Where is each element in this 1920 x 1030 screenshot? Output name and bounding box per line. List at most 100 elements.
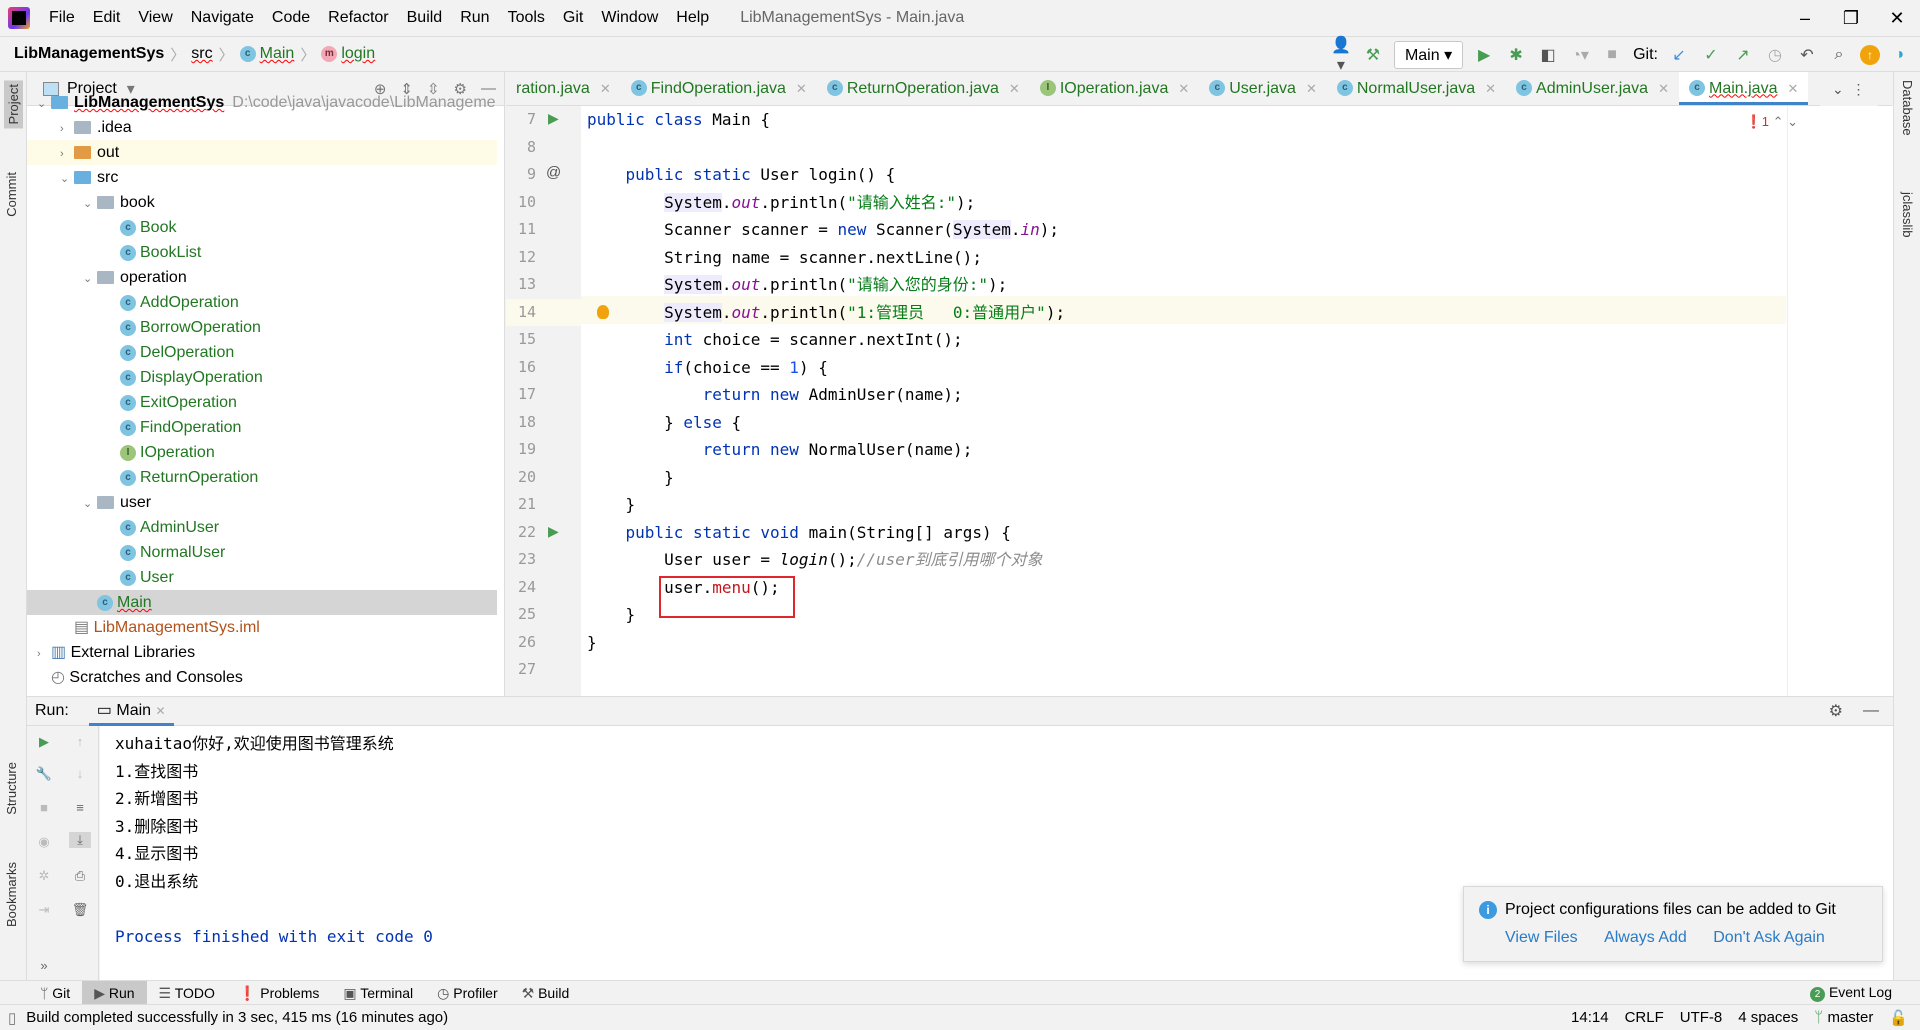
tree-item[interactable]: ⌄ LibManagementSys D:\code\java\javacode\L… [27, 90, 497, 115]
tree-item[interactable]: c AdminUser [27, 515, 497, 540]
stop-icon[interactable]: ■ [1601, 46, 1623, 64]
minimize-button[interactable]: – [1782, 4, 1828, 32]
close-tab-icon[interactable]: ✕ [1178, 81, 1189, 96]
profile-icon[interactable]: ◔▾ [1569, 45, 1591, 65]
up-icon[interactable]: ↑ [69, 734, 91, 749]
tree-item[interactable]: ⌄ user [27, 490, 497, 515]
tree-item[interactable]: c Main [27, 590, 497, 615]
tree-item[interactable]: ⌄ operation [27, 265, 497, 290]
build-hammer-icon[interactable]: ⚒ [1362, 45, 1384, 65]
chevron-icon[interactable]: ⌄ [83, 492, 97, 517]
tree-item[interactable]: › .idea [27, 115, 497, 140]
hide-icon[interactable]: — [1863, 702, 1879, 720]
tab-findoperation[interactable]: c FindOperation.java ✕ [621, 72, 817, 105]
gear-icon[interactable]: ⚙ [1829, 701, 1843, 721]
menu-git[interactable]: Git [554, 9, 592, 27]
tool-terminal[interactable]: ▣ Terminal [331, 981, 425, 1005]
run-config-dropdown[interactable]: Main ▾ [1393, 41, 1464, 69]
git-branch[interactable]: ᛘ master [1814, 1009, 1873, 1026]
tree-item[interactable]: c ExitOperation [27, 390, 497, 415]
view-files-link[interactable]: View Files [1505, 929, 1578, 946]
run-gutter-icon[interactable]: ▶ [548, 110, 559, 127]
chevron-icon[interactable]: ⌄ [37, 92, 51, 117]
implements-gutter-icon[interactable]: @ [546, 164, 561, 181]
print-icon[interactable]: ⎙ [69, 868, 91, 884]
tree-item[interactable]: c DisplayOperation [27, 365, 497, 390]
tree-item[interactable]: › ▥ External Libraries [27, 640, 497, 665]
tree-item[interactable]: c ReturnOperation [27, 465, 497, 490]
indent-setting[interactable]: 4 spaces [1738, 1009, 1798, 1026]
menu-window[interactable]: Window [592, 9, 667, 27]
jclasslib-tool-button[interactable]: jclasslib [1900, 192, 1915, 238]
user-icon[interactable]: 👤▾ [1330, 35, 1352, 75]
code-editor[interactable]: ❗1 ⌃ ⌄ public class Main { public static… [581, 106, 1893, 696]
line-separator[interactable]: CRLF [1625, 1009, 1664, 1026]
database-tool-button[interactable]: Database [1900, 80, 1915, 136]
menu-file[interactable]: File [40, 9, 84, 27]
chevron-icon[interactable]: › [60, 117, 74, 142]
menu-code[interactable]: Code [263, 9, 319, 27]
chevron-icon[interactable]: › [37, 642, 51, 667]
chevron-icon[interactable]: ⌄ [83, 192, 97, 217]
tree-item[interactable]: c FindOperation [27, 415, 497, 440]
tree-item[interactable]: c BookList [27, 240, 497, 265]
tree-item[interactable]: c DelOperation [27, 340, 497, 365]
code-with-me-icon[interactable]: ◗ [1890, 46, 1912, 64]
menu-help[interactable]: Help [667, 9, 718, 27]
menu-view[interactable]: View [129, 9, 181, 27]
breadcrumb-project[interactable]: LibManagementSys [14, 45, 164, 63]
close-tab-icon[interactable]: ✕ [1658, 81, 1669, 96]
tree-item[interactable]: c BorrowOperation [27, 315, 497, 340]
history-icon[interactable]: ◷ [1764, 45, 1786, 65]
settings-icon[interactable]: ✲ [33, 868, 55, 884]
close-window-button[interactable]: ✕ [1874, 4, 1920, 32]
run-icon[interactable]: ▶ [1473, 45, 1495, 65]
close-tab-icon[interactable]: ✕ [1009, 81, 1020, 96]
exit-icon[interactable]: ⇥ [33, 902, 55, 918]
close-tab-icon[interactable]: ✕ [1306, 81, 1317, 96]
tree-item[interactable]: c User [27, 565, 497, 590]
menu-navigate[interactable]: Navigate [182, 9, 263, 27]
status-message[interactable]: Build completed successfully in 3 sec, 4… [26, 1009, 448, 1026]
breadcrumb-class[interactable]: c Main [239, 45, 294, 63]
rerun-icon[interactable]: ▶ [33, 734, 55, 750]
close-tab-icon[interactable]: ✕ [600, 81, 611, 96]
chevron-icon[interactable]: › [60, 142, 74, 167]
tree-item[interactable]: ⌄ src [27, 165, 497, 190]
structure-tool-button[interactable]: Structure [4, 762, 19, 815]
tool-git[interactable]: ᛘ Git [28, 981, 82, 1005]
chevron-icon[interactable]: ⌄ [83, 267, 97, 292]
wrench-icon[interactable]: 🔧 [33, 766, 55, 782]
scroll-to-end-icon[interactable]: ⤓ [69, 832, 91, 848]
tree-item[interactable]: › out [27, 140, 497, 165]
tree-item[interactable]: c AddOperation [27, 290, 497, 315]
menu-tools[interactable]: Tools [499, 9, 554, 27]
breadcrumb-method[interactable]: m login [321, 45, 375, 63]
run-gutter-icon[interactable]: ▶ [548, 523, 559, 540]
more-icon[interactable]: » [33, 958, 55, 973]
git-commit-icon[interactable]: ✓ [1700, 45, 1722, 65]
chevron-icon[interactable]: ⌄ [60, 167, 74, 192]
tree-item[interactable]: I IOperation [27, 440, 497, 465]
caret-position[interactable]: 14:14 [1571, 1009, 1609, 1026]
dont-ask-again-link[interactable]: Don't Ask Again [1713, 929, 1825, 946]
tree-item[interactable]: c NormalUser [27, 540, 497, 565]
coverage-icon[interactable]: ◧ [1537, 45, 1559, 65]
restore-button[interactable]: ❐ [1828, 4, 1874, 32]
tab-adminuser[interactable]: c AdminUser.java ✕ [1506, 72, 1679, 105]
file-encoding[interactable]: UTF-8 [1680, 1009, 1723, 1026]
menu-build[interactable]: Build [398, 9, 452, 27]
tab-ioperation[interactable]: I IOperation.java ✕ [1030, 72, 1199, 105]
debug-icon[interactable]: ✱ [1505, 45, 1527, 65]
search-icon[interactable]: ⌕ [1828, 46, 1850, 64]
git-update-icon[interactable]: ↙ [1668, 45, 1690, 65]
tab-returnoperation[interactable]: c ReturnOperation.java ✕ [817, 72, 1030, 105]
error-count-indicator[interactable]: ❗1 ⌃ ⌄ [1746, 114, 1798, 130]
trash-icon[interactable]: 🗑 [69, 902, 91, 918]
tree-item[interactable]: ⌄ book [27, 190, 497, 215]
breadcrumb-src[interactable]: src [191, 45, 212, 63]
bookmarks-tool-button[interactable]: Bookmarks [4, 862, 19, 927]
close-tab-icon[interactable]: ✕ [1787, 81, 1798, 96]
menu-refactor[interactable]: Refactor [319, 9, 397, 27]
tree-item[interactable]: ◴ Scratches and Consoles [27, 665, 497, 690]
